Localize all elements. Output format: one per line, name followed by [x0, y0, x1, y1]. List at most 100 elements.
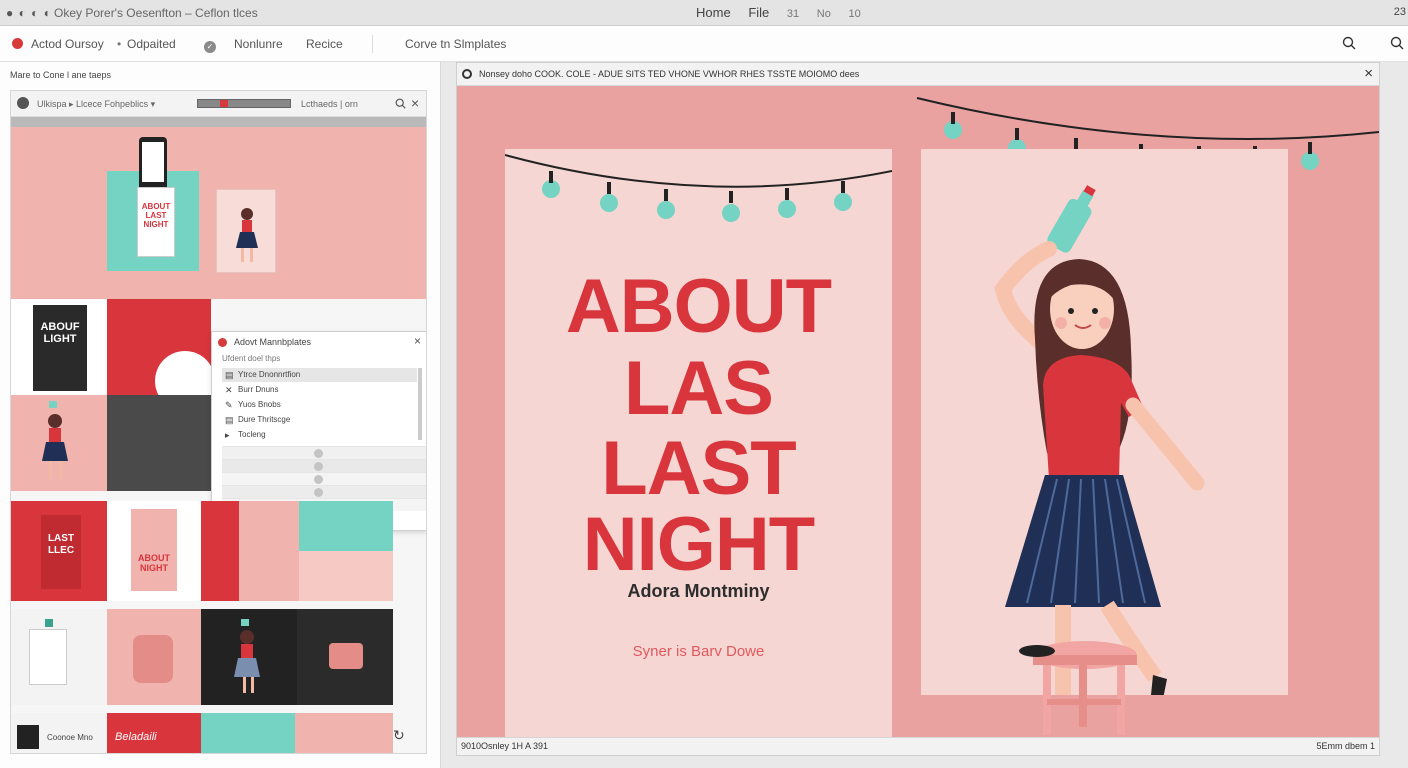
dark-book-title: ABOUF LIGHT	[40, 321, 80, 345]
pink-card: ABOUT NIGHT	[131, 509, 177, 591]
book-cover[interactable]: ABOUT LAS LAST NIGHT Adora Montminy Syne…	[505, 149, 892, 739]
blush-swatch-tile[interactable]	[299, 551, 393, 601]
check-icon: ✓	[204, 41, 216, 53]
book-tile[interactable]: ABOUF LIGHT	[11, 299, 107, 395]
popup-row[interactable]	[222, 459, 426, 472]
gallery-progress	[197, 99, 291, 108]
menu-item-31[interactable]: 31	[787, 8, 799, 20]
popup-close-icon[interactable]: ×	[414, 334, 421, 348]
gallery-search-icon[interactable]	[395, 98, 406, 109]
dark-texture-tile[interactable]	[107, 395, 211, 491]
dark-mug-tile[interactable]	[297, 609, 393, 705]
row-dot	[314, 462, 323, 471]
tote-bag-tile[interactable]: LAST LLEC	[11, 501, 107, 601]
backpack-tile[interactable]	[107, 609, 201, 705]
top-menu: Home File 31 No 10	[696, 5, 875, 20]
gallery-toolbar: Ulkispa ▸ Llcece Fohpeblics ▾ Lcthaeds |…	[11, 91, 426, 117]
refresh-icon[interactable]: ↻	[393, 727, 405, 744]
toolbar-divider	[372, 35, 373, 53]
search-icon[interactable]	[1342, 36, 1356, 50]
poster-thumb[interactable]	[216, 189, 276, 273]
window-controls[interactable]: ● ◐ ◐ ◐	[6, 6, 52, 20]
tag-card[interactable]: ABOUT LAST NIGHT	[137, 187, 175, 257]
toolbar-account[interactable]: Actod Oursoy •	[12, 37, 121, 51]
toolbar-item-4[interactable]: Recice	[306, 37, 343, 51]
menu-item-no[interactable]: No	[817, 8, 831, 20]
phone-mockup	[139, 137, 167, 191]
illustration-panel[interactable]	[921, 149, 1288, 723]
poster-preview-window: Nonsey doho COOK. COLE - ADUE SITS TED V…	[456, 62, 1380, 756]
cover-title-line-2: LAS	[624, 346, 774, 431]
template-browser-panel: Mare to Cone l ane taeps Ulkispa ▸ Llcec…	[0, 62, 441, 768]
popup-row[interactable]	[222, 446, 426, 459]
popup-item-5[interactable]: ▸ Tocleng	[222, 428, 417, 442]
popup-subtitle: Ufdent doel thps	[222, 354, 281, 363]
popup-item-label: Dure Thritscge	[238, 415, 291, 424]
red-swatch-tile[interactable]	[201, 501, 239, 601]
popup-item-label: Ytrce Dnonnrtfion	[238, 370, 301, 379]
pencil-icon: ✎	[225, 400, 233, 410]
titlebar-right-number: 23	[1393, 6, 1406, 18]
popup-row[interactable]	[222, 472, 426, 485]
girl-illustration-tile	[42, 401, 68, 479]
app-title: Okey Porer's Oesenfton – Ceflon tlces	[54, 6, 258, 20]
toolbar-check[interactable]: ✓	[204, 37, 216, 53]
dark-book-cover: ABOUF LIGHT	[33, 305, 87, 391]
status-right-text: 5Emm dbem 1	[1316, 741, 1375, 751]
menu-home[interactable]: Home	[696, 5, 731, 20]
cover-author: Adora Montminy	[627, 581, 770, 601]
preview-tab-title[interactable]: Nonsey doho COOK. COLE - ADUE SITS TED V…	[479, 69, 859, 79]
arrow-icon: ▸	[225, 430, 230, 440]
search-icon-secondary[interactable]	[1390, 36, 1404, 50]
tote-bag: LAST LLEC	[41, 515, 81, 589]
preview-tab-bar: Nonsey doho COOK. COLE - ADUE SITS TED V…	[457, 63, 1379, 86]
popup-row[interactable]	[222, 485, 426, 498]
pink-swatch-tile[interactable]	[239, 501, 299, 601]
tote-bag-text: LAST LLEC	[47, 533, 75, 556]
bottom-tile-1[interactable]: Coonoe Mno	[11, 713, 107, 753]
popup-item-label: Tocleng	[238, 430, 266, 439]
popup-item-3[interactable]: ✎ Yuos Bnobs	[222, 398, 417, 412]
toolbar-item-2[interactable]: Odpaited	[127, 37, 176, 51]
dark-girl-tile[interactable]	[201, 609, 297, 705]
girl-illustration-small	[236, 208, 258, 262]
list-icon: ▤	[225, 415, 234, 425]
toolbar: Actod Oursoy • Odpaited ✓ Nonlunre Recic…	[0, 26, 1408, 62]
user-avatar-icon[interactable]	[17, 97, 29, 109]
toolbar-item-1: Actod Oursoy	[31, 37, 104, 51]
cover-title-line-1: ABOUT	[565, 264, 832, 349]
bottom-script-text: Beladaili	[115, 731, 157, 743]
white-circle	[155, 351, 211, 395]
bottom-tile-2[interactable]: Beladaili	[107, 713, 201, 753]
popup-item-1[interactable]: ▤ Ytrce Dnonnrtfion	[222, 368, 417, 382]
preview-close-icon[interactable]: ×	[1364, 65, 1373, 82]
status-left-text: 9010Osnley 1H A 391	[461, 741, 549, 751]
stool-illustration	[1019, 641, 1137, 735]
girl-on-stool-illustration	[994, 185, 1205, 723]
menu-item-10[interactable]: 10	[848, 8, 860, 20]
gallery-right-text[interactable]: Lcthaeds | orn	[301, 99, 358, 109]
popup-item-2[interactable]: ✕ Burr Dnuns	[222, 383, 417, 397]
girl-tile[interactable]	[11, 395, 107, 491]
row-dot	[314, 449, 323, 458]
girl-illustration-dark	[234, 619, 260, 693]
bottom-tile-3[interactable]	[201, 713, 295, 753]
menu-file[interactable]: File	[748, 5, 769, 20]
pink-card-title: ABOUT NIGHT	[138, 553, 170, 573]
window-titlebar: ● ◐ ◐ ◐ Okey Porer's Oesenfton – Ceflon …	[0, 0, 1408, 26]
toolbar-item-3[interactable]: Nonlunre	[234, 37, 283, 51]
popup-item-4[interactable]: ▤ Dure Thritscge	[222, 413, 417, 427]
gallery-breadcrumb[interactable]: Ulkispa ▸ Llcece Fohpeblics ▾	[37, 99, 155, 110]
mint-swatch-tile[interactable]	[299, 501, 393, 551]
phone-screen	[142, 142, 164, 182]
bottom-tile-4[interactable]	[295, 713, 393, 753]
gallery-close-icon[interactable]: ×	[411, 95, 419, 111]
preview-status-bar: 9010Osnley 1H A 391 5Emm dbem 1	[457, 737, 1379, 755]
pink-card-tile[interactable]: ABOUT NIGHT	[107, 501, 201, 601]
popup-item-label: Yuos Bnobs	[238, 400, 281, 409]
bottom-tile-text: Coonoe Mno	[47, 733, 93, 742]
popup-scrollbar[interactable]	[418, 368, 422, 440]
red-circle-tile[interactable]	[107, 299, 211, 395]
badge-tile[interactable]	[11, 609, 107, 705]
toolbar-item-5[interactable]: Corve tn Slmplates	[405, 37, 506, 51]
